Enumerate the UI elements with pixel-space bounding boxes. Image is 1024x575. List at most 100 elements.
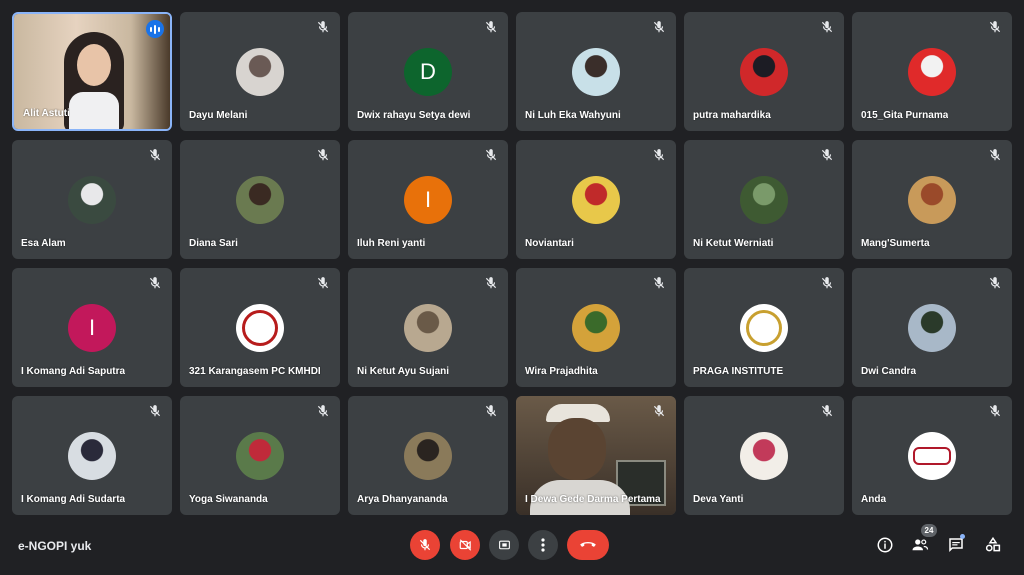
mic-muted-icon <box>820 404 834 418</box>
mic-muted-icon <box>820 148 834 162</box>
mic-muted-icon <box>820 20 834 34</box>
camera-off-button[interactable] <box>450 530 480 560</box>
participant-tile[interactable]: Ni Luh Eka Wahyuni <box>516 12 676 131</box>
participant-name: Ni Ketut Ayu Sujani <box>357 366 450 377</box>
mic-muted-icon <box>988 148 1002 162</box>
mic-muted-icon <box>652 404 666 418</box>
participant-tile[interactable]: Ni Ketut Werniati <box>684 140 844 259</box>
participant-name: Anda <box>861 494 886 505</box>
avatar <box>572 48 620 96</box>
participant-tile[interactable]: D Dwix rahayu Setya dewi <box>348 12 508 131</box>
avatar <box>236 176 284 224</box>
participant-tile[interactable]: Wira Prajadhita <box>516 268 676 387</box>
participant-tile[interactable]: Mang'Sumerta <box>852 140 1012 259</box>
avatar <box>236 304 284 352</box>
participant-grid: Alit Astuti Dayu Melani D Dwix rahayu Setya… <box>12 12 1012 515</box>
mic-muted-icon <box>484 404 498 418</box>
avatar: I <box>68 304 116 352</box>
avatar <box>236 432 284 480</box>
hang-up-icon <box>580 542 596 547</box>
participant-tile[interactable]: I Komang Adi Sudarta <box>12 396 172 515</box>
mic-muted-icon <box>316 148 330 162</box>
avatar <box>908 432 956 480</box>
participant-tile[interactable]: putra mahardika <box>684 12 844 131</box>
avatar <box>740 304 788 352</box>
avatar <box>740 176 788 224</box>
chat-notification-dot <box>960 534 965 539</box>
mic-muted-icon <box>316 276 330 290</box>
logo-mark <box>913 447 951 465</box>
info-icon <box>877 537 893 553</box>
mic-muted-icon <box>652 20 666 34</box>
activities-button[interactable] <box>981 533 1005 557</box>
people-icon <box>912 539 929 551</box>
mic-muted-icon <box>148 148 162 162</box>
participant-name: Noviantari <box>525 238 574 249</box>
participant-tile[interactable]: Arya Dhanyananda <box>348 396 508 515</box>
avatar <box>236 48 284 96</box>
participant-name: Deva Yanti <box>693 494 744 505</box>
participant-tile[interactable]: 321 Karangasem PC KMHDI <box>180 268 340 387</box>
mic-muted-icon <box>652 276 666 290</box>
participant-tile[interactable]: I I Komang Adi Saputra <box>12 268 172 387</box>
mic-muted-icon <box>484 148 498 162</box>
participant-tile[interactable]: Yoga Siwananda <box>180 396 340 515</box>
avatar: D <box>404 48 452 96</box>
participant-tile[interactable]: Dayu Melani <box>180 12 340 131</box>
participant-name: Dayu Melani <box>189 110 248 121</box>
participant-tile[interactable]: Dwi Candra <box>852 268 1012 387</box>
participant-tile[interactable]: PRAGA INSTITUTE <box>684 268 844 387</box>
avatar <box>908 304 956 352</box>
participant-name: Esa Alam <box>21 238 66 249</box>
participant-name: putra mahardika <box>693 110 771 121</box>
speaking-indicator-icon <box>146 20 164 38</box>
participant-tile[interactable]: Diana Sari <box>180 140 340 259</box>
participant-name: Diana Sari <box>189 238 238 249</box>
present-button[interactable] <box>489 530 519 560</box>
mic-off-button[interactable] <box>410 530 440 560</box>
mic-muted-icon <box>148 276 162 290</box>
activities-icon <box>985 536 1001 552</box>
participant-tile[interactable]: Esa Alam <box>12 140 172 259</box>
mic-muted-icon <box>484 20 498 34</box>
mic-muted-icon <box>988 404 1002 418</box>
more-options-button[interactable] <box>528 530 558 560</box>
participant-tile[interactable]: Anda <box>852 396 1012 515</box>
participant-name: Dwi Candra <box>861 366 917 377</box>
participant-name: I Komang Adi Sudarta <box>21 494 126 505</box>
avatar <box>68 176 116 224</box>
avatar <box>740 432 788 480</box>
participant-tile[interactable]: Alit Astuti <box>12 12 172 131</box>
mic-muted-icon <box>988 20 1002 34</box>
mic-off-icon <box>419 539 431 551</box>
camera-off-icon <box>459 539 471 551</box>
participant-tile[interactable]: I Iluh Reni yanti <box>348 140 508 259</box>
avatar <box>740 48 788 96</box>
participant-name: I Komang Adi Saputra <box>21 366 126 377</box>
participant-name: I Dewa Gede Darma Pertama <box>525 494 661 505</box>
participant-name: Alit Astuti <box>23 108 70 119</box>
participant-name: PRAGA INSTITUTE <box>693 366 784 377</box>
mic-muted-icon <box>148 404 162 418</box>
participant-tile[interactable]: Noviantari <box>516 140 676 259</box>
participant-tile[interactable]: 015_Gita Purnama <box>852 12 1012 131</box>
meeting-details-button[interactable] <box>873 533 897 557</box>
avatar <box>68 432 116 480</box>
participant-name: Iluh Reni yanti <box>357 238 426 249</box>
avatar <box>908 48 956 96</box>
avatar <box>404 432 452 480</box>
participant-name: Mang'Sumerta <box>861 238 930 249</box>
mic-muted-icon <box>652 148 666 162</box>
participant-count-badge: 24 <box>921 524 937 537</box>
mic-muted-icon <box>316 20 330 34</box>
meeting-title: e-NGOPI yuk <box>18 539 92 553</box>
leave-call-button[interactable] <box>567 530 609 560</box>
bottom-bar: e-NGOPI yuk 24 <box>0 520 1024 575</box>
participant-name: Wira Prajadhita <box>525 366 598 377</box>
participant-tile[interactable]: I Dewa Gede Darma Pertama <box>516 396 676 515</box>
participant-tile[interactable]: Ni Ketut Ayu Sujani <box>348 268 508 387</box>
logo-mark <box>242 310 278 346</box>
logo-mark <box>746 310 782 346</box>
participant-tile[interactable]: Deva Yanti <box>684 396 844 515</box>
avatar <box>572 304 620 352</box>
